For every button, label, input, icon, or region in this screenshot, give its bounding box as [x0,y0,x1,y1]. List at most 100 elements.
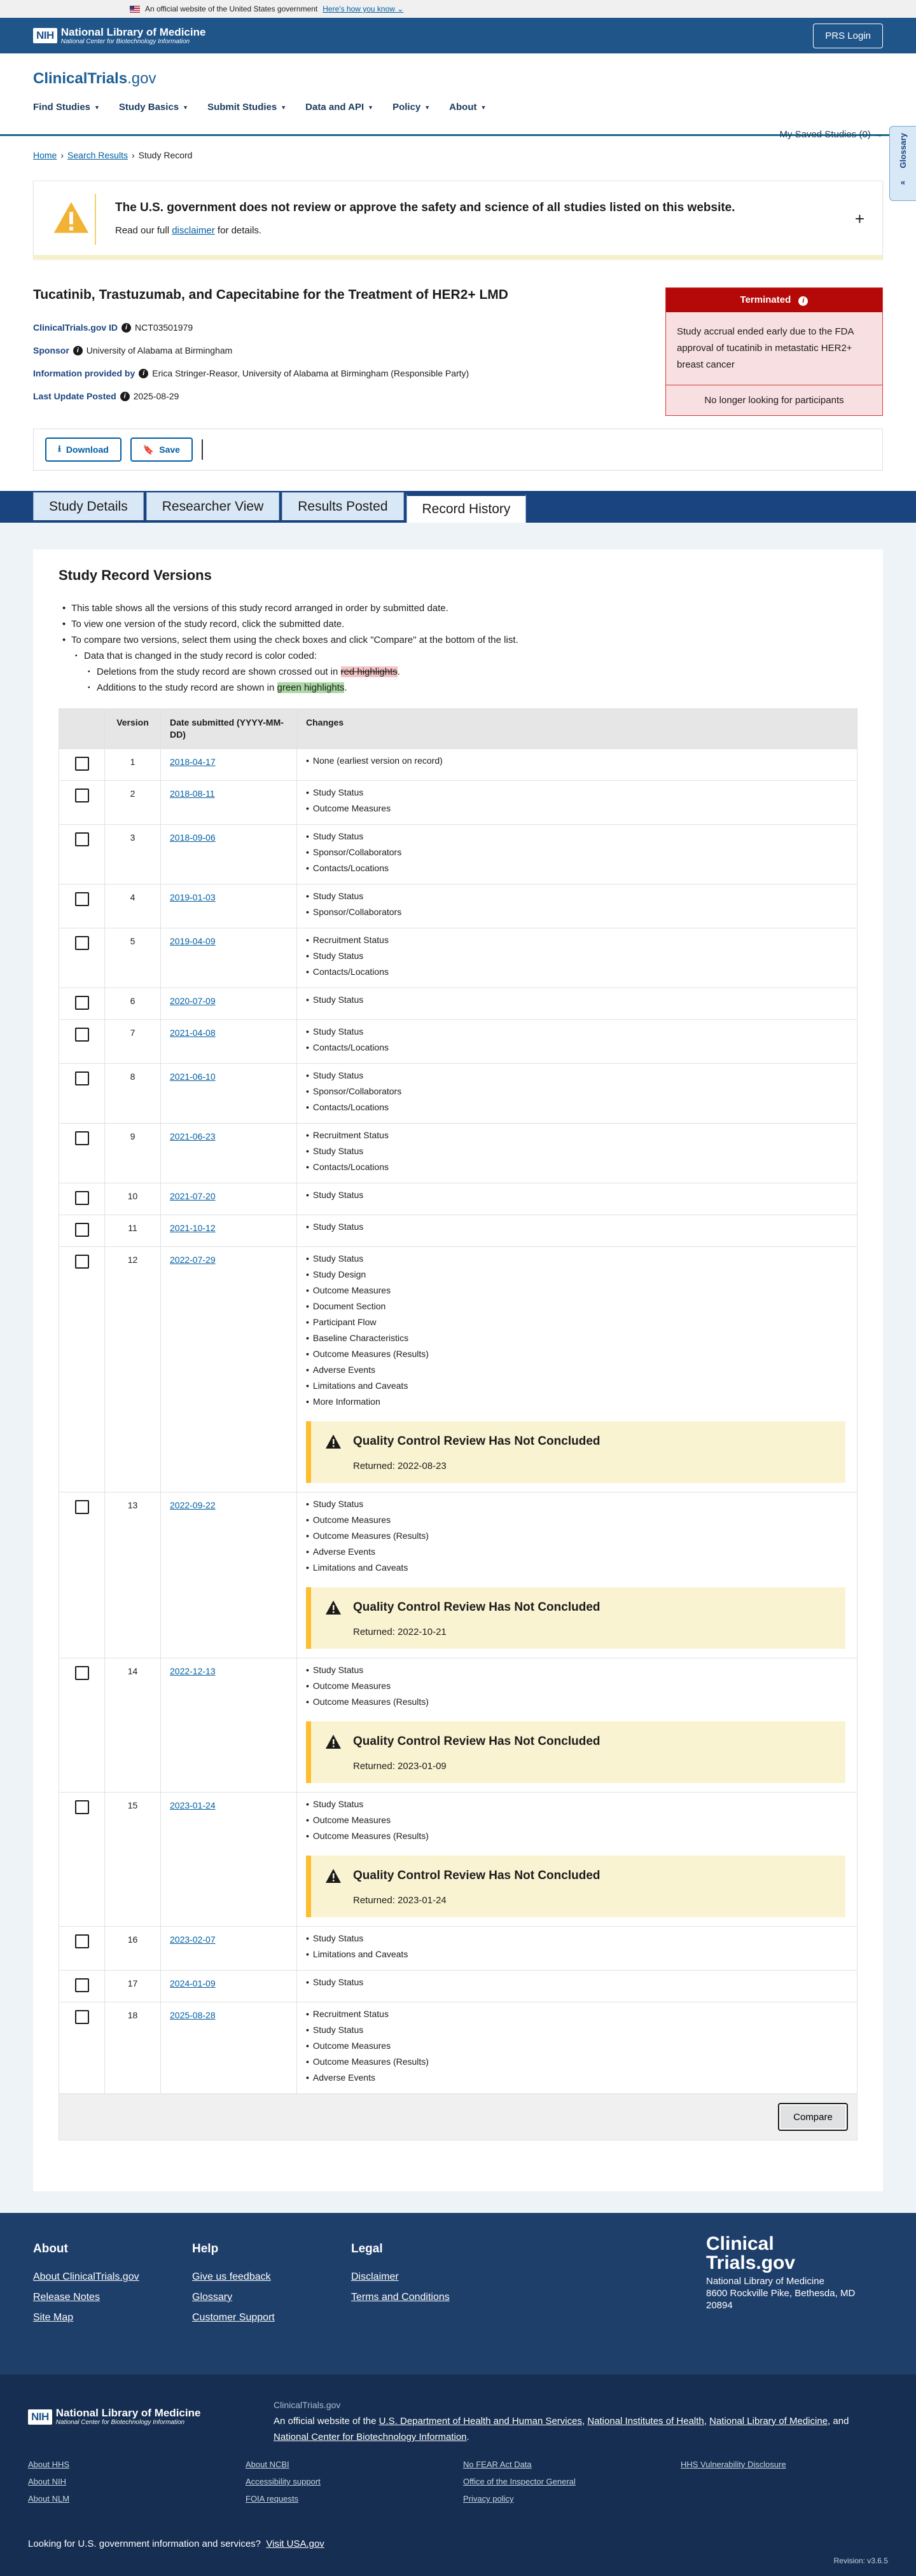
version-checkbox[interactable] [74,1223,89,1237]
tab-study-details[interactable]: Study Details [33,492,144,520]
version-checkbox[interactable] [74,892,89,906]
info-icon[interactable]: i [121,322,132,333]
usa-gov-row: Looking for U.S. government information … [28,2538,324,2549]
saved-studies-link[interactable]: My Saved Studies (0) → [779,129,883,140]
nlm-logo[interactable]: NIH National Library of Medicine Nationa… [33,26,205,45]
nav-data-api[interactable]: Data and API ▼ [305,102,373,113]
version-date-link[interactable]: 2024-01-09 [170,1978,216,1988]
footer-link[interactable]: FOIA requests [246,2494,463,2504]
version-checkbox[interactable] [74,996,89,1010]
disclaimer-link[interactable]: disclaimer [172,225,215,236]
version-date-link[interactable]: 2018-04-17 [170,757,216,767]
version-date-link[interactable]: 2021-06-23 [170,1131,216,1141]
expand-icon[interactable]: + [855,209,864,229]
footer-link[interactable]: About ClinicalTrials.gov [33,2271,141,2283]
version-date-link[interactable]: 2023-02-07 [170,1934,216,1945]
heres-how-link[interactable]: Here's how you know ⌄ [323,4,403,13]
footer-legal: Legal Disclaimer Terms and Conditions [351,2242,450,2345]
version-checkbox[interactable] [74,2010,89,2024]
download-button[interactable]: ⭳ Download [45,437,121,462]
version-checkbox[interactable] [74,1500,89,1514]
nav-find-studies[interactable]: Find Studies ▼ [33,102,100,113]
footer-link[interactable]: Terms and Conditions [351,2292,450,2303]
footer-link[interactable]: About NIH [28,2477,246,2486]
breadcrumb-home[interactable]: Home [33,150,57,160]
version-checkbox[interactable] [74,1666,89,1680]
glossary-tab[interactable]: Glossary « [889,126,916,201]
version-date-link[interactable]: 2021-06-10 [170,1071,216,1082]
footer-link[interactable]: About NLM [28,2494,246,2504]
change-item: Outcome Measures [306,1512,848,1528]
ncbi-subtitle: National Center for Biotechnology Inform… [60,38,190,45]
version-date-link[interactable]: 2021-04-08 [170,1028,216,1038]
hhs-link[interactable]: U.S. Department of Health and Human Serv… [379,2416,582,2427]
change-item: Outcome Measures [306,1812,848,1828]
nav-about[interactable]: About ▼ [449,102,486,113]
compare-button[interactable]: Compare [778,2103,848,2131]
nav-study-basics[interactable]: Study Basics ▼ [119,102,188,113]
version-date-link[interactable]: 2022-09-22 [170,1500,216,1510]
breadcrumb-search-results[interactable]: Search Results [67,150,128,160]
version-date-link[interactable]: 2025-08-28 [170,2010,216,2020]
version-date-link[interactable]: 2022-07-29 [170,1255,216,1265]
nih-link[interactable]: National Institutes of Health [587,2416,704,2427]
version-number: 2 [104,780,161,825]
version-date-link[interactable]: 2018-09-06 [170,832,216,843]
footer-link[interactable]: Office of the Inspector General [463,2477,681,2486]
footer-link[interactable]: About NCBI [246,2460,463,2469]
save-button[interactable]: 🔖 Save [130,437,193,462]
info-icon[interactable]: i [798,296,808,306]
version-checkbox[interactable] [74,936,89,950]
tab-record-history[interactable]: Record History [406,493,527,523]
version-date-link[interactable]: 2018-08-11 [170,789,215,799]
footer-link[interactable]: HHS Vulnerability Disclosure [681,2460,898,2469]
footer-link[interactable]: Customer Support [192,2312,300,2324]
tab-researcher-view[interactable]: Researcher View [146,492,280,520]
nlm-link[interactable]: National Library of Medicine [709,2416,828,2427]
footer-nlm-logo[interactable]: NIH National Library of Medicine National… [28,2407,200,2426]
version-date-link[interactable]: 2019-01-03 [170,892,216,902]
nav-policy[interactable]: Policy ▼ [392,102,430,113]
version-checkbox[interactable] [74,1978,89,1992]
footer-logo[interactable]: Clinical Trials.gov [706,2235,855,2273]
footer-link[interactable]: Give us feedback [192,2271,300,2283]
version-date-link[interactable]: 2020-07-09 [170,996,216,1006]
footer-link[interactable]: Glossary [192,2292,300,2303]
info-icon[interactable]: i [139,368,149,378]
footer-link[interactable]: Privacy policy [463,2494,681,2504]
info-icon[interactable]: i [120,391,130,401]
footer-link[interactable]: Release Notes [33,2292,141,2303]
version-date-link[interactable]: 2019-04-09 [170,936,216,946]
version-checkbox[interactable] [74,832,89,846]
footer-link[interactable]: Disclaimer [351,2271,450,2283]
footer-link[interactable]: About HHS [28,2460,246,2469]
version-checkbox[interactable] [74,1191,89,1205]
footer-link[interactable]: Accessibility support [246,2477,463,2486]
version-checkbox[interactable] [74,789,89,802]
footer-link[interactable]: No FEAR Act Data [463,2460,681,2469]
prs-login-button[interactable]: PRS Login [813,23,883,48]
warning-icon [326,1435,341,1449]
version-date-link[interactable]: 2023-01-24 [170,1800,216,1810]
version-checkbox[interactable] [74,1131,89,1145]
change-item: Study Status [306,1931,848,1946]
version-date-link[interactable]: 2021-07-20 [170,1191,216,1201]
version-checkbox[interactable] [74,1800,89,1814]
site-brand[interactable]: ClinicalTrials.gov [33,70,883,88]
footer-link[interactable]: Site Map [33,2312,141,2324]
bookmark-icon: 🔖 [142,444,155,455]
version-checkbox[interactable] [74,1028,89,1042]
version-checkbox[interactable] [74,757,89,771]
version-date-link[interactable]: 2021-10-12 [170,1223,216,1233]
version-checkbox[interactable] [74,1071,89,1085]
tab-results-posted[interactable]: Results Posted [282,492,404,520]
version-checkbox[interactable] [74,1934,89,1948]
instruction-item: This table shows all the versions of thi… [62,600,857,616]
version-date-link[interactable]: 2022-12-13 [170,1666,216,1676]
usa-gov-link[interactable]: Visit USA.gov [266,2538,324,2549]
ncbi-link[interactable]: National Center for Biotechnology Inform… [274,2432,467,2442]
nav-submit-studies[interactable]: Submit Studies ▼ [207,102,286,113]
info-icon[interactable]: i [73,345,83,355]
row-select-cell [59,780,105,825]
version-checkbox[interactable] [74,1255,89,1269]
